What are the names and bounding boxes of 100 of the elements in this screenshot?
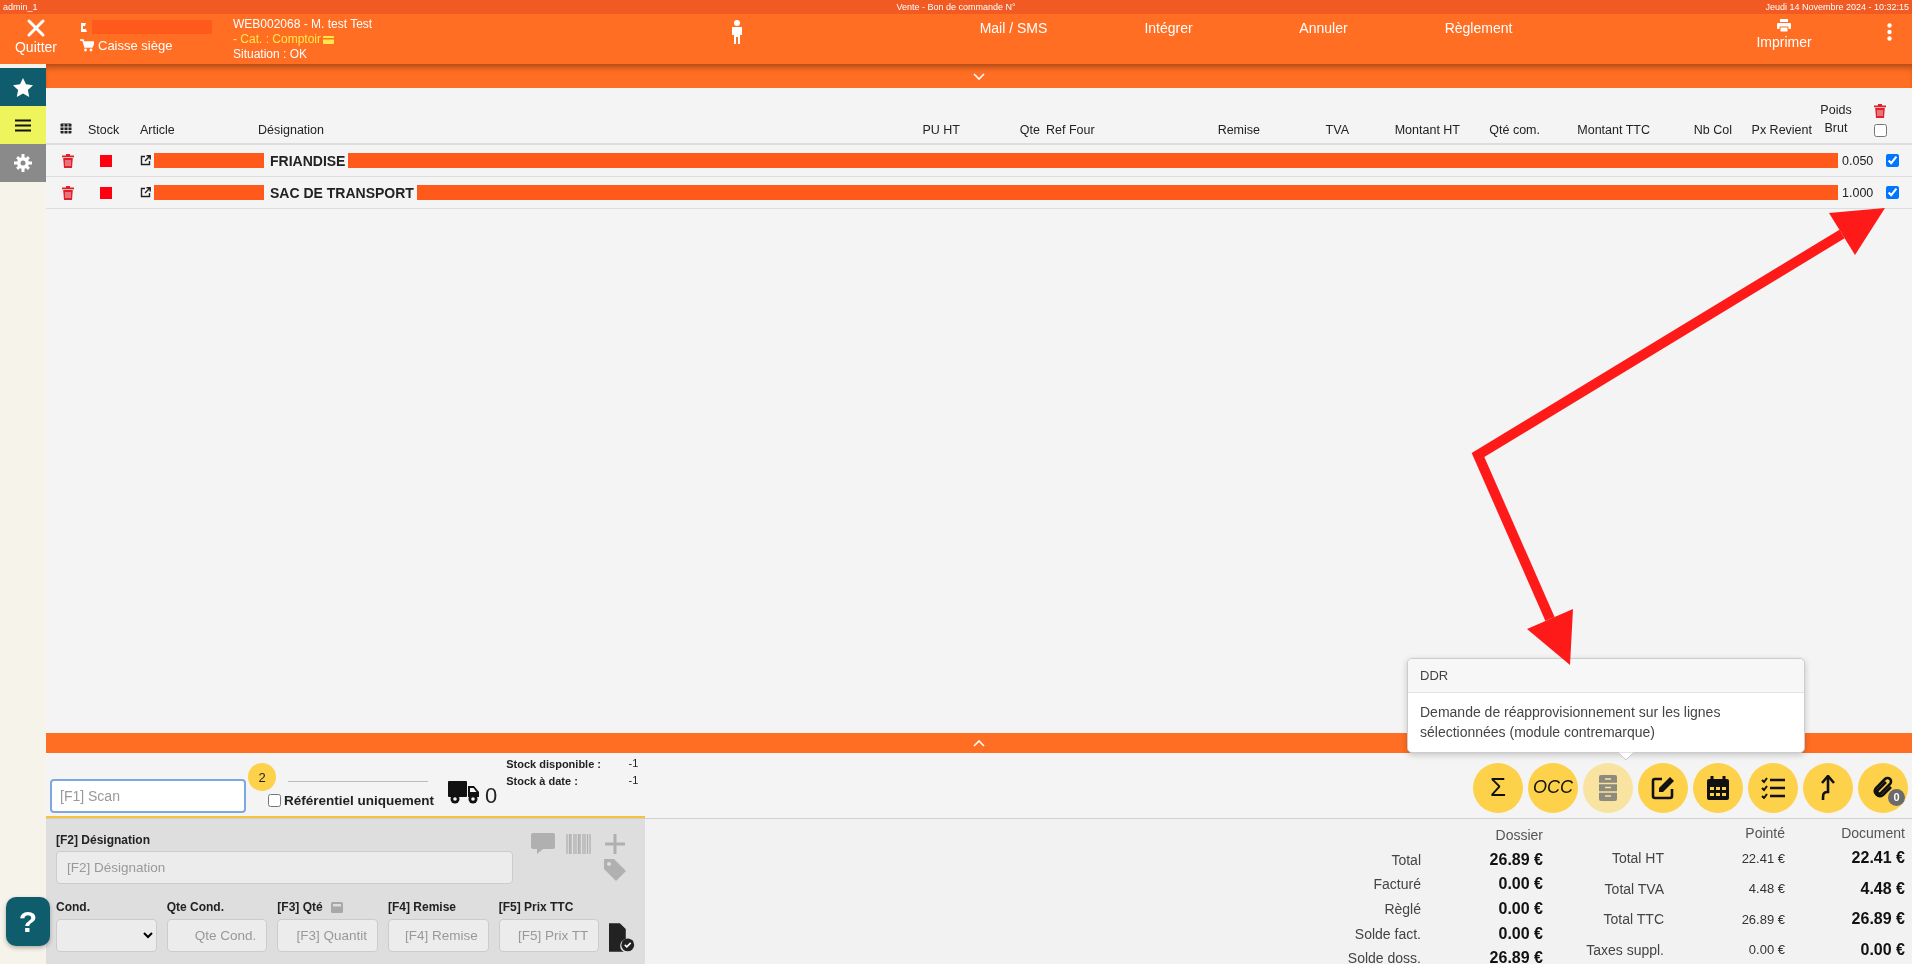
stock-label: Stock à date :: [506, 774, 579, 789]
column-header: Px Revient: [1750, 123, 1812, 137]
field-label: [F5] Prix TTC: [498, 900, 574, 914]
settings-icon: [14, 154, 32, 172]
star-icon: [13, 77, 33, 97]
designation-text: SAC DE TRANSPORT: [270, 184, 414, 201]
total-label: Solde doss.: [1346, 950, 1421, 964]
select-field[interactable]: [56, 919, 157, 952]
header-action[interactable]: Règlement: [1440, 14, 1517, 36]
column-header: Document: [1840, 825, 1905, 841]
total-label: Total: [1390, 851, 1421, 868]
column-header: TVA: [1324, 123, 1349, 137]
row-checkbox[interactable]: [1885, 154, 1899, 167]
person-icon: [729, 20, 745, 44]
sidebar-item[interactable]: [0, 68, 46, 106]
total-value: 26.89 €: [1488, 850, 1543, 869]
help-button[interactable]: ?: [6, 897, 50, 946]
card-icon: [323, 35, 335, 44]
sidebar-item[interactable]: [0, 106, 46, 144]
designation-field[interactable]: [F2] Désignation: [56, 851, 513, 884]
field-label: [F4] Remise: [388, 900, 457, 914]
trash-icon[interactable]: [62, 153, 74, 168]
checklist-icon: [1761, 776, 1785, 799]
total-label: Règlé: [1383, 901, 1421, 918]
more-icon[interactable]: [1886, 23, 1892, 41]
field-label: [F3] Qté: [277, 900, 323, 914]
external-link-icon[interactable]: [140, 187, 151, 198]
stock-status-icon: [100, 186, 112, 199]
column-header: Dossier: [1494, 827, 1543, 844]
tooltip-title: DDR: [1408, 659, 1804, 693]
column-header: PU HT: [921, 123, 960, 137]
external-link-icon[interactable]: [140, 155, 151, 166]
stock-status-icon: [100, 154, 112, 167]
scan-field[interactable]: [F1] Scan: [50, 779, 246, 813]
file-check-icon[interactable]: [609, 922, 635, 952]
chevron-up-icon[interactable]: [973, 739, 985, 747]
column-header: Qte: [1018, 123, 1040, 137]
action-button[interactable]: 0: [1858, 762, 1908, 813]
total-value: 22.41 €: [1850, 849, 1905, 868]
action-button[interactable]: [1638, 762, 1688, 813]
row-checkbox[interactable]: [1885, 186, 1899, 199]
column-header: Nb Col: [1692, 123, 1732, 137]
field-label: Cond.: [56, 900, 90, 914]
action-button[interactable]: [1693, 762, 1743, 813]
quit-button[interactable]: Quitter: [0, 14, 72, 56]
total-label: Total HT: [1610, 850, 1664, 867]
checkbox[interactable]: [268, 794, 281, 807]
column-header: Poids Brut: [1819, 102, 1853, 137]
total-value: 0.00 €: [1747, 942, 1785, 958]
tooltip-text: Demande de réapprovisionnement sur les lignes sélectionnées (module contremarque): [1419, 703, 1722, 742]
document-title: WEB002068 - M. test Test: [233, 17, 374, 32]
input-field[interactable]: Qte Cond.: [166, 919, 268, 952]
total-label: Total TTC: [1602, 911, 1664, 928]
column-header: Pointé: [1744, 825, 1785, 841]
date-time: Jeudi 14 Novembre 2024 - 10:32:15: [1764, 2, 1909, 12]
action-button[interactable]: OCC: [1528, 762, 1578, 813]
select-all-checkbox[interactable]: [1873, 124, 1887, 137]
field-label: [F2] Désignation: [56, 833, 151, 847]
total-value: 26.89 €: [1850, 910, 1905, 929]
total-label: Facturé: [1372, 876, 1421, 893]
column-header: Qté com.: [1488, 123, 1540, 137]
total-label: Solde fact.: [1353, 925, 1421, 942]
total-label: Taxes suppl.: [1585, 941, 1664, 958]
trash-icon[interactable]: [1874, 104, 1886, 118]
print-button[interactable]: Imprimer: [1741, 14, 1827, 51]
close-icon: [26, 18, 46, 38]
total-value: 0.00 €: [1497, 900, 1543, 919]
header-action[interactable]: Mail / SMS: [975, 14, 1052, 36]
category-label: - Cat. : Comptoir: [233, 32, 322, 47]
menu-icon: [15, 118, 31, 132]
total-value: 26.89 €: [1740, 911, 1785, 927]
stock-label: Stock disponible :: [506, 757, 602, 772]
field-label: Qte Cond.: [166, 900, 224, 914]
count-badge: 2: [248, 763, 276, 791]
column-header: Montant TTC: [1576, 123, 1650, 137]
total-label: Total TVA: [1603, 880, 1664, 897]
column-header: Montant HT: [1393, 123, 1460, 137]
arrow-up-icon: [1820, 774, 1836, 801]
header-action[interactable]: Annuler: [1295, 14, 1352, 36]
stock-value: -1: [627, 757, 639, 771]
truck-icon: [448, 779, 481, 805]
trash-icon[interactable]: [62, 185, 74, 200]
header-action[interactable]: Intégrer: [1140, 14, 1197, 36]
checkbox-label: Référentiel uniquement: [284, 793, 435, 808]
chevron-down-icon[interactable]: [973, 72, 985, 80]
total-value: 0.00 €: [1497, 924, 1543, 943]
input-field[interactable]: [F4] Remise: [388, 919, 489, 952]
total-value: 0.00 €: [1859, 940, 1905, 959]
window-title: Vente - Bon de commande N°: [896, 2, 1016, 12]
edit-icon: [1651, 775, 1675, 800]
paperclip-icon: [1872, 775, 1894, 800]
weight-cell: 0.050: [1842, 153, 1872, 168]
table-icon[interactable]: [60, 123, 72, 134]
input-field[interactable]: [F3] Quantit: [277, 919, 378, 952]
input-field[interactable]: [F5] Prix TT: [498, 919, 600, 952]
column-header: Désignation: [258, 123, 325, 137]
delivery-count: 0: [485, 783, 498, 810]
action-button[interactable]: Σ: [1473, 762, 1523, 813]
action-button[interactable]: [1803, 762, 1853, 813]
action-button[interactable]: [1748, 762, 1798, 813]
